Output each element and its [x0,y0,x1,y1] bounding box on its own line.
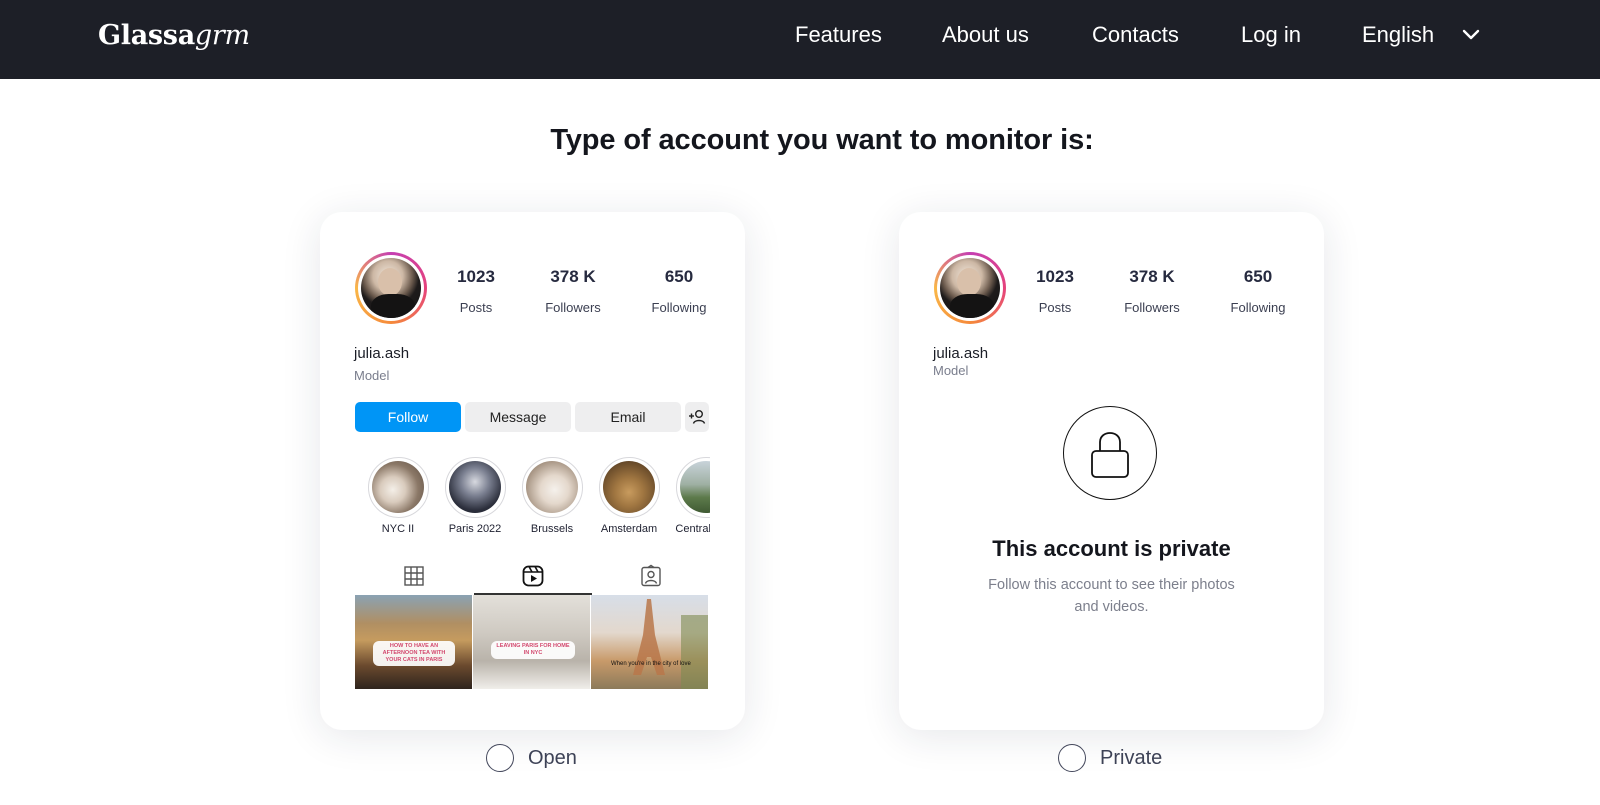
highlight-label: Brussels [530,523,574,535]
stat-label: Followers [1124,300,1180,315]
nav-link-features[interactable]: Features [795,22,882,48]
eiffel-tower-image [633,599,708,689]
highlight-item[interactable]: Central Park [671,457,710,535]
highlight-item[interactable]: Paris 2022 [440,457,510,535]
glassagrm-logo[interactable]: Glassagrm [98,20,250,51]
post-caption: When you're in the city of love [611,661,691,667]
post-thumbnail[interactable]: LEAVING PARIS FOR HOME IN NYC [473,595,590,689]
stat-followers: 378 K Followers [528,267,618,315]
stat-value: 1023 [1036,267,1074,286]
page-title: Type of account you want to monitor is: [550,124,1094,156]
private-radio[interactable] [1058,744,1086,772]
stat-label: Posts [459,300,493,315]
lock-badge [1063,406,1157,500]
profile-username: julia.ash [354,345,410,362]
email-button[interactable]: Email [575,402,681,432]
add-user-button[interactable] [685,402,709,432]
post-thumbnail[interactable]: HOW TO HAVE AN AFTERNOON TEA WITH YOUR C… [355,595,472,689]
private-option-label: Private [1100,747,1163,769]
chevron-down-icon[interactable] [1460,27,1482,43]
lock-icon [1090,431,1129,478]
add-user-icon [689,409,706,424]
post-caption: LEAVING PARIS FOR HOME IN NYC [491,641,575,659]
private-account-card[interactable]: 1023 Posts 378 K Followers 650 Following… [899,212,1324,730]
highlight-label: Paris 2022 [448,523,502,535]
profile-username: julia.ash [933,345,989,362]
language-selector[interactable]: English [1362,22,1434,48]
nav-link-about-us[interactable]: About us [942,22,1029,48]
profile-role: Model [933,363,969,378]
top-navigation-bar: Glassagrm Features About us Contacts Log… [0,0,1600,79]
stat-posts: 1023 Posts [431,267,521,315]
stat-value: 378 K [1129,267,1175,286]
tagged-icon[interactable] [639,564,663,588]
stat-label: Followers [545,300,601,315]
highlight-item[interactable]: Amsterdam [594,457,664,535]
open-account-card[interactable]: 1023 Posts 378 K Followers 650 Following… [320,212,745,730]
stat-value: 650 [664,267,694,286]
stat-followers: 378 K Followers [1107,267,1197,315]
avatar [934,252,1006,324]
open-option-label: Open [528,747,577,769]
open-radio[interactable] [486,744,514,772]
stat-value: 650 [1243,267,1273,286]
stat-label: Following [1230,300,1286,315]
post-thumbnail[interactable]: When you're in the city of love [591,595,708,689]
message-button[interactable]: Message [465,402,571,432]
logo-italic-text: grm [194,20,250,51]
stat-label: Following [651,300,707,315]
stat-value: 1023 [457,267,495,286]
highlight-label: Central Park [675,523,710,535]
private-account-title: This account is private [992,536,1231,561]
avatar [355,252,427,324]
follow-button[interactable]: Follow [355,402,461,432]
profile-role: Model [354,368,390,383]
stat-following: 650 Following [634,267,724,315]
stat-value: 378 K [550,267,596,286]
nav-link-log-in[interactable]: Log in [1241,22,1301,48]
highlight-item[interactable]: NYC II [363,457,433,535]
highlight-item[interactable]: Brussels [517,457,587,535]
avatar-photo [940,258,1000,318]
avatar-photo [361,258,421,318]
stat-label: Posts [1038,300,1072,315]
highlight-label: NYC II [381,523,415,535]
stat-posts: 1023 Posts [1010,267,1100,315]
highlight-label: Amsterdam [600,523,658,535]
grid-icon[interactable] [402,564,426,588]
stat-following: 650 Following [1213,267,1303,315]
post-caption: HOW TO HAVE AN AFTERNOON TEA WITH YOUR C… [373,641,455,666]
logo-bold-text: Glassa [98,20,195,51]
reels-icon[interactable] [521,564,545,588]
private-account-subtitle: Follow this account to see their photos … [988,577,1235,615]
story-highlights: NYC II Paris 2022 Brussels Amsterdam Cen… [354,457,710,537]
nav-link-contacts[interactable]: Contacts [1092,22,1179,48]
